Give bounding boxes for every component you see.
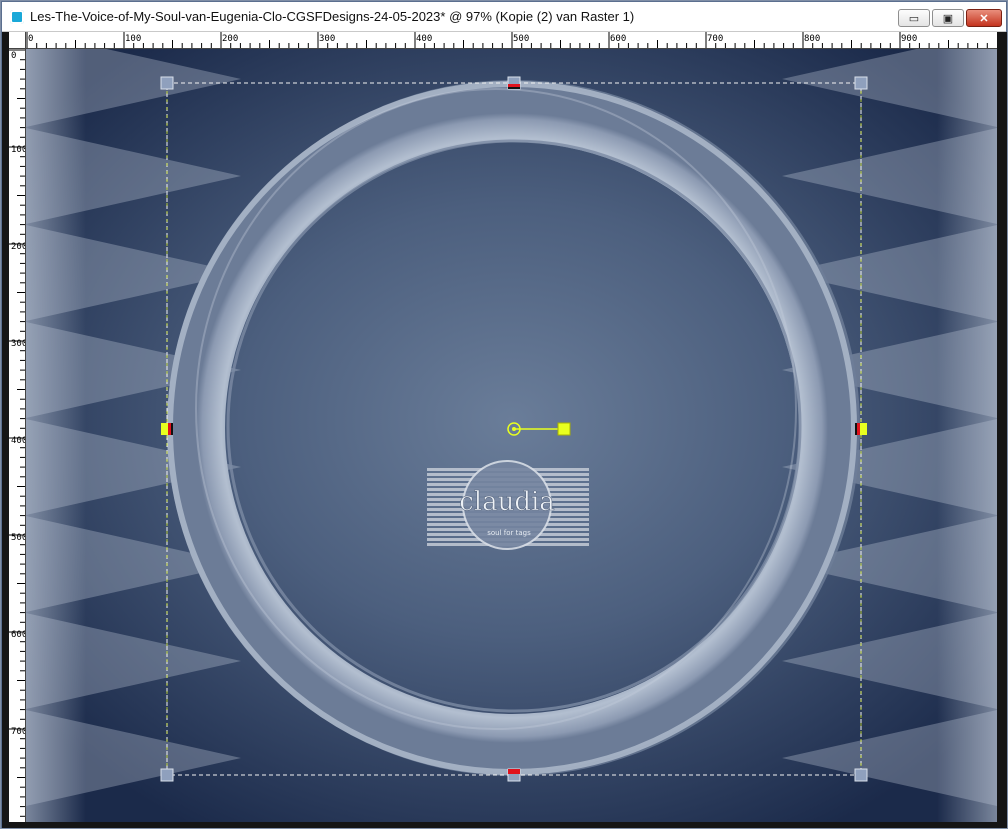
- window-title: Les-The-Voice-of-My-Soul-van-Eugenia-Clo…: [30, 9, 635, 24]
- frame-bottom: [2, 822, 1007, 828]
- ruler-top-label: 600: [610, 34, 626, 44]
- ruler-left-label: 700: [11, 727, 25, 737]
- frame-left: [2, 32, 9, 828]
- edge-handle-left[interactable]: [161, 423, 173, 435]
- ruler-left-label: 400: [11, 436, 25, 446]
- image-canvas[interactable]: claudia soul for tags: [26, 49, 997, 822]
- rotate-grip[interactable]: [557, 422, 571, 436]
- ruler-left-label: 100: [11, 145, 25, 155]
- ruler-left-label: 200: [11, 242, 25, 252]
- ruler-top-label: 500: [513, 34, 529, 44]
- watermark-logo: claudia soul for tags: [427, 460, 589, 550]
- watermark-subtext: soul for tags: [487, 529, 531, 537]
- close-button[interactable]: ✕: [966, 9, 1002, 27]
- corner-handle-bottom-right[interactable]: [854, 768, 868, 782]
- edge-handle-right[interactable]: [855, 423, 867, 435]
- ruler-vertical-graphic: 0 100 200 300 400 500 600 700: [9, 49, 25, 817]
- ruler-horizontal[interactable]: 0 100 200 300 400 500 600 700 800 900: [9, 32, 997, 49]
- app-icon[interactable]: [10, 10, 24, 24]
- frame-right: [997, 32, 1007, 828]
- editor-window: Les-The-Voice-of-My-Soul-van-Eugenia-Clo…: [0, 0, 1008, 829]
- ruler-vertical[interactable]: 0 100 200 300 400 500 600 700: [9, 48, 26, 822]
- corner-handle-bottom-left[interactable]: [160, 768, 174, 782]
- ruler-left-label: 600: [11, 630, 25, 640]
- edge-handle-top[interactable]: [507, 76, 521, 90]
- ruler-top-label: 200: [222, 34, 238, 44]
- edge-handle-bottom[interactable]: [507, 768, 521, 782]
- ruler-top-label: 400: [416, 34, 432, 44]
- title-bar[interactable]: Les-The-Voice-of-My-Soul-van-Eugenia-Clo…: [2, 2, 1006, 32]
- ruler-top-label: 700: [707, 34, 723, 44]
- watermark-text: claudia: [459, 487, 555, 517]
- ruler-top-label: 900: [901, 34, 917, 44]
- corner-handle-top-left[interactable]: [160, 76, 174, 90]
- ruler-left-label: 0: [11, 51, 16, 61]
- maximize-button[interactable]: ▣: [932, 9, 964, 27]
- corner-handle-top-right[interactable]: [854, 76, 868, 90]
- ruler-horizontal-graphic: 0 100 200 300 400 500 600 700 800 900: [26, 32, 988, 48]
- ruler-corner: [9, 32, 26, 49]
- ruler-top-label: 100: [125, 34, 141, 44]
- canvas-artwork: claudia soul for tags: [26, 49, 997, 822]
- ruler-top-label: 0: [28, 34, 33, 44]
- ruler-top-label: 800: [804, 34, 820, 44]
- ruler-left-label: 500: [11, 533, 25, 543]
- ruler-top-label: 300: [319, 34, 335, 44]
- ruler-left-label: 300: [11, 339, 25, 349]
- minimize-button[interactable]: ▭: [898, 9, 930, 27]
